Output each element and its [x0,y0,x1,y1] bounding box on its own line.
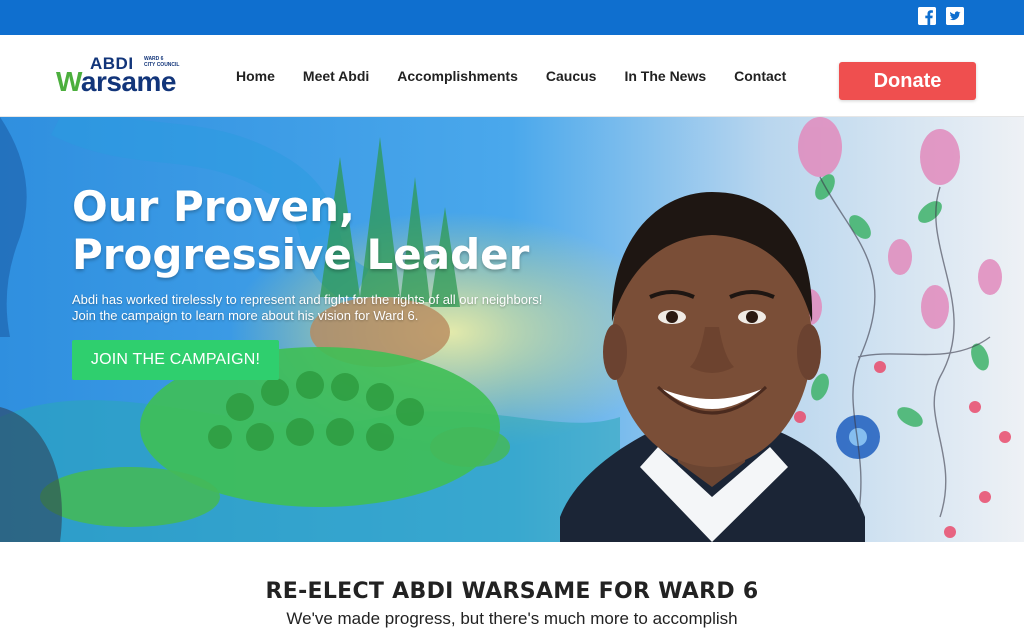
primary-nav: Home Meet Abdi Accomplishments Caucus In… [236,35,814,117]
twitter-icon[interactable] [946,7,964,25]
hero-headline-line1: Our Proven, [72,182,356,231]
nav-item-caucus[interactable]: Caucus [546,68,597,84]
hero-headline: Our Proven, Progressive Leader [72,183,592,279]
logo-last-name-initial: W [56,66,81,97]
top-bar [0,0,1024,35]
hero-description-line2: Join the campaign to learn more about hi… [72,308,419,323]
nav-item-home[interactable]: Home [236,68,275,84]
facebook-icon[interactable] [918,7,936,25]
join-campaign-button[interactable]: JOIN THE CAMPAIGN! [72,340,279,380]
donate-button[interactable]: Donate [839,62,976,100]
nav-item-in-the-news[interactable]: In The News [624,68,706,84]
site-logo[interactable]: ABDI WARD 6 CITY COUNCIL Warsame [56,53,196,99]
nav-item-accomplishments[interactable]: Accomplishments [397,68,518,84]
hero-banner: Our Proven, Progressive Leader Abdi has … [0,117,1024,542]
reelect-section: RE-ELECT ABDI WARSAME FOR WARD 6 We've m… [0,542,1024,640]
main-navbar: ABDI WARD 6 CITY COUNCIL Warsame Home Me… [0,35,1024,117]
hero-description-line1: Abdi has worked tirelessly to represent … [72,292,543,307]
nav-item-contact[interactable]: Contact [734,68,786,84]
nav-item-meet-abdi[interactable]: Meet Abdi [303,68,369,84]
hero-description: Abdi has worked tirelessly to represent … [72,292,572,324]
section-subheading: We've made progress, but there's much mo… [286,609,738,628]
logo-last-name-rest: arsame [80,66,177,97]
hero-headline-line2: Progressive Leader [72,230,530,279]
hero-background-image [0,117,1024,542]
logo-last-name: Warsame [56,67,176,97]
section-heading: RE-ELECT ABDI WARSAME FOR WARD 6 [265,579,759,604]
